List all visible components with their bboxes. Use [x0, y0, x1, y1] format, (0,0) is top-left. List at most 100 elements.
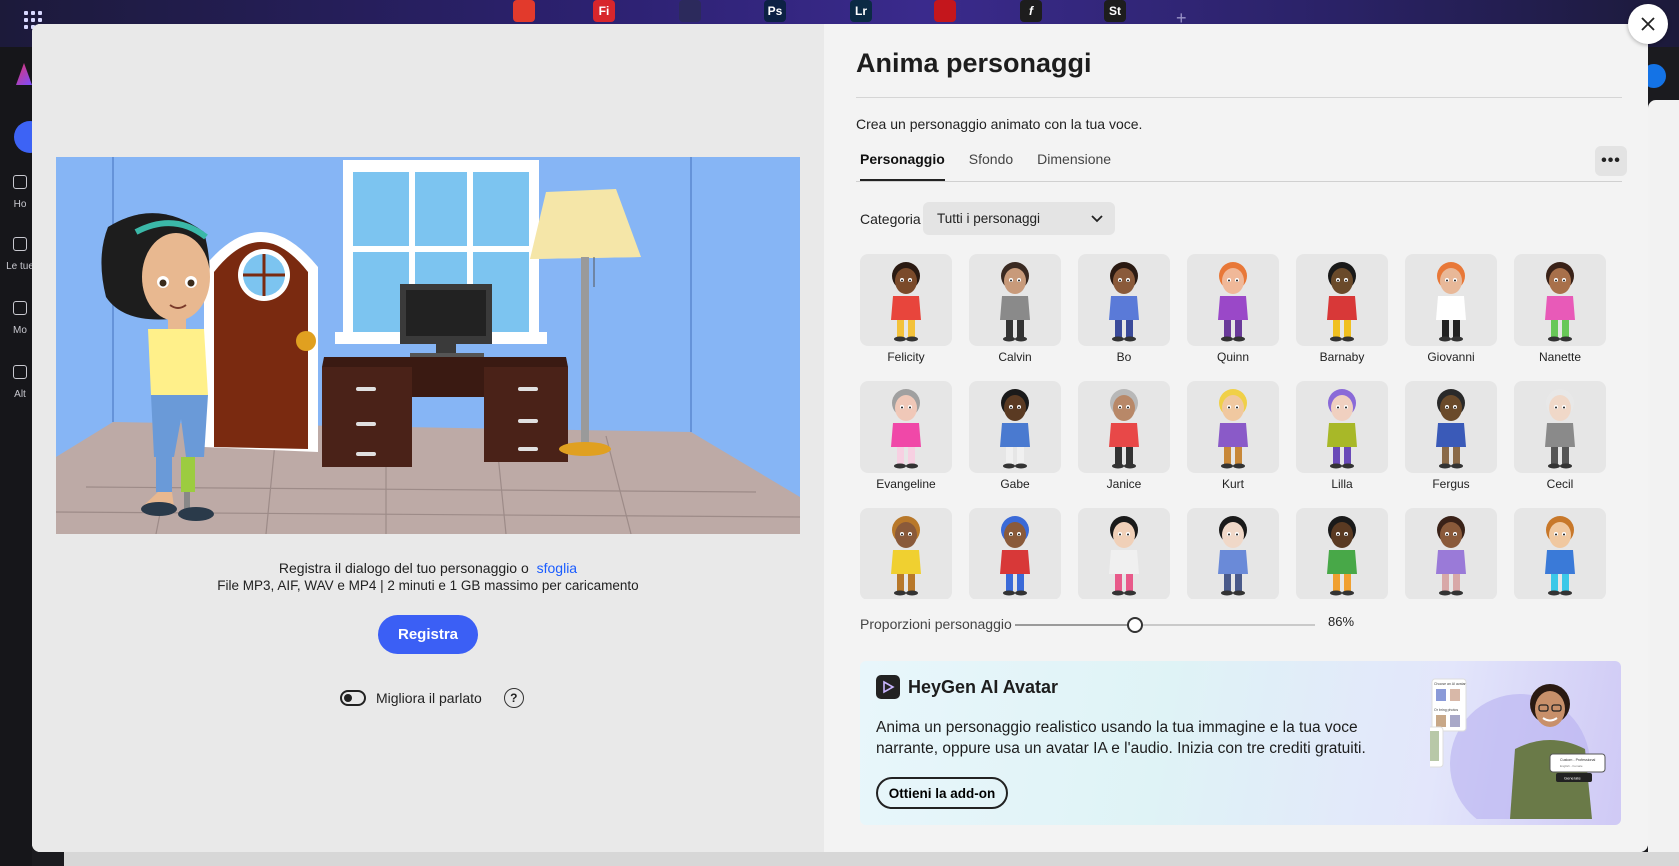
more-icon: ••• [1601, 152, 1621, 169]
close-button[interactable] [1628, 4, 1668, 44]
tab-background[interactable]: Sfondo [969, 151, 1013, 181]
art-text-3: English - Female [1560, 764, 1583, 768]
character-name: Bo [1116, 350, 1132, 364]
fonts-icon[interactable]: f [1020, 0, 1042, 22]
tab-dimension[interactable]: Dimensione [1037, 151, 1111, 181]
character-grid: Felicity Calvin Bo Quinn Barnaby Giovanni Nane… [860, 254, 1620, 599]
character-thumbnail [1109, 516, 1139, 596]
tab-character[interactable]: Personaggio [860, 151, 945, 181]
tab-bar: Personaggio Sfondo Dimensione [860, 151, 1111, 181]
character-thumbnail [1218, 389, 1248, 469]
character-card[interactable]: Lilla [1296, 381, 1388, 491]
character-card[interactable]: Nanette [1514, 254, 1606, 364]
character-name: Gabe [1000, 477, 1030, 491]
character-thumb [969, 381, 1061, 473]
get-addon-button[interactable]: Ottieni la add-on [876, 777, 1008, 809]
category-dropdown[interactable]: Tutti i personaggi [923, 202, 1115, 235]
acrobat-pdf-icon[interactable] [934, 0, 956, 22]
stock-icon[interactable]: St [1104, 0, 1126, 22]
character-card[interactable] [1296, 508, 1388, 599]
character-thumb [1187, 508, 1279, 599]
character-thumbnail [1000, 262, 1030, 342]
templates-icon [13, 301, 27, 315]
art-text-1: Or bring photos [1434, 708, 1458, 712]
enhance-speech-label: Migliora il parlato [376, 690, 482, 706]
character-card[interactable]: Kurt [1187, 381, 1279, 491]
character-thumb [860, 254, 952, 346]
character-thumbnail [1000, 389, 1030, 469]
rail-item-label: Ho [13, 199, 27, 210]
character-card[interactable] [1187, 508, 1279, 599]
character-thumb [1187, 254, 1279, 346]
browse-link[interactable]: sfoglia [537, 560, 577, 576]
character-thumbnail [1218, 262, 1248, 342]
lightroom-icon[interactable]: Lr [850, 0, 872, 22]
character-thumbnail [1545, 262, 1575, 342]
background-panel [1648, 100, 1679, 866]
photoshop-icon[interactable]: Ps [764, 0, 786, 22]
character-thumb [1296, 254, 1388, 346]
category-label: Categoria [860, 211, 921, 227]
character-card[interactable]: Quinn [1187, 254, 1279, 364]
character-thumb [1078, 254, 1170, 346]
character-card[interactable] [1514, 508, 1606, 599]
character-card[interactable]: Bo [1078, 254, 1170, 364]
character-thumbnail [1327, 262, 1357, 342]
fresco-icon[interactable]: Fi [593, 0, 615, 22]
left-rail: Ho Le tue Mo Alt [0, 47, 46, 866]
character-card[interactable]: Giovanni [1405, 254, 1497, 364]
character-thumbnail [1109, 262, 1139, 342]
character-card[interactable]: Barnaby [1296, 254, 1388, 364]
heygen-promo-card: HeyGen AI Avatar Anima un personaggio re… [860, 661, 1621, 825]
character-name: Giovanni [1427, 350, 1475, 364]
character-thumb [1514, 254, 1606, 346]
character-thumb [1187, 381, 1279, 473]
character-thumbnail [1109, 389, 1139, 469]
character-thumb [1514, 381, 1606, 473]
divider [856, 97, 1622, 98]
character-thumb [1405, 254, 1497, 346]
help-icon[interactable]: ? [503, 688, 524, 708]
character-card[interactable]: Gabe [969, 381, 1061, 491]
more-options-button[interactable]: ••• [1595, 146, 1627, 176]
enhance-speech-toggle[interactable] [340, 690, 366, 706]
character-thumb [1296, 508, 1388, 599]
character-card[interactable] [969, 508, 1061, 599]
character-card[interactable]: Calvin [969, 254, 1061, 364]
rail-item-label: Alt [14, 389, 26, 400]
character-card[interactable]: Janice [1078, 381, 1170, 491]
slider-handle[interactable] [1127, 617, 1143, 633]
character-name: Calvin [998, 350, 1032, 364]
acrobat-icon[interactable] [513, 0, 535, 22]
character-card[interactable] [860, 508, 952, 599]
character-thumbnail [1436, 516, 1466, 596]
promo-title: HeyGen AI Avatar [908, 676, 1059, 697]
proportion-slider[interactable] [1015, 617, 1315, 633]
panel-title: Anima personaggi [856, 48, 1092, 78]
files-icon [13, 237, 27, 251]
express-icon[interactable] [679, 0, 701, 22]
character-name: Quinn [1216, 350, 1250, 364]
panel-subtitle: Crea un personaggio animato con la tua v… [856, 116, 1143, 132]
enhance-speech-row: Migliora il parlato ? [340, 686, 524, 710]
character-card[interactable]: Cecil [1514, 381, 1606, 491]
settings-pane: Anima personaggi Crea un personaggio ani… [824, 24, 1648, 852]
character-card[interactable]: Fergus [1405, 381, 1497, 491]
background-footer [64, 852, 1679, 866]
character-card[interactable]: Evangeline [860, 381, 952, 491]
character-thumb [969, 508, 1061, 599]
record-button[interactable]: Registra [378, 615, 478, 654]
character-card[interactable] [1078, 508, 1170, 599]
character-thumb [860, 508, 952, 599]
chevron-down-icon [1091, 214, 1103, 222]
character-name: Lilla [1331, 477, 1353, 491]
character-card[interactable] [1405, 508, 1497, 599]
animate-characters-dialog: Registra il dialogo del tuo personaggio … [32, 24, 1648, 852]
character-name: Barnaby [1319, 350, 1365, 364]
character-card[interactable]: Felicity [860, 254, 952, 364]
character-thumbnail [891, 516, 921, 596]
character-name: Evangeline [876, 477, 936, 491]
character-name: Nanette [1538, 350, 1582, 364]
preview-pane: Registra il dialogo del tuo personaggio … [32, 24, 824, 852]
character-name: Janice [1106, 477, 1142, 491]
